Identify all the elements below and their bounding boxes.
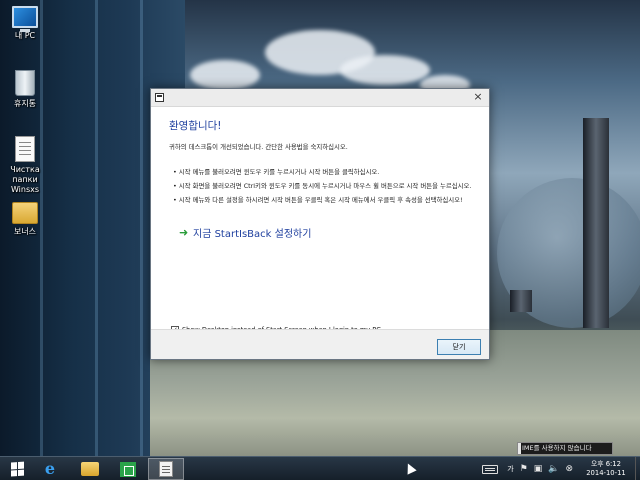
dialog-intro-text: 귀하의 데스크톱이 개선되었습니다. 간단한 사용법을 숙지하십시오. [169, 143, 348, 151]
welcome-dialog: × 환영합니다! 귀하의 데스크톱이 개선되었습니다. 간단한 사용법을 숙지하… [150, 88, 490, 360]
wallpaper-tower-right [583, 118, 609, 328]
ime-tooltip-text: IME를 사용하지 않습니다 [522, 444, 592, 452]
document-icon [15, 136, 35, 162]
ime-tooltip: IME를 사용하지 않습니다 [517, 442, 613, 455]
dialog-body: 환영합니다! 귀하의 데스크톱이 개선되었습니다. 간단한 사용법을 숙지하십시… [151, 108, 489, 334]
system-tray: 가 ⚑ ▣ 🔈 ⊗ 오후 6:12 2014-10-11 [482, 457, 640, 480]
flag-icon[interactable]: ⚑ [520, 464, 528, 474]
store-icon [120, 461, 136, 477]
dialog-footer: 닫기 [151, 329, 489, 359]
taskbar-file-explorer[interactable] [72, 458, 108, 480]
wallpaper-structure [510, 290, 532, 312]
taskbar-startisback[interactable] [148, 458, 184, 480]
clock-date: 2014-10-11 [586, 469, 626, 477]
start-button[interactable] [0, 458, 36, 480]
dialog-tip: • 시작 메뉴를 불러오려면 윈도우 키를 누르시거나 시작 버튼을 클릭하십시… [173, 168, 380, 176]
volume-icon[interactable]: 🔈 [548, 464, 559, 474]
close-icon[interactable]: × [471, 90, 485, 104]
desktop-icon-label: Чистка папки Winsxs [10, 165, 40, 194]
show-desktop-button[interactable] [635, 457, 640, 480]
taskbar-store[interactable] [110, 458, 146, 480]
wallpaper-light-stripe [95, 0, 98, 456]
computer-icon [12, 6, 38, 32]
dialog-tip: • 시작 화면을 불러오려면 Ctrl키와 윈도우 키를 동시에 누르시거나 마… [173, 182, 472, 190]
wallpaper-cloud [340, 55, 430, 85]
green-arrow-icon: ➜ [179, 226, 189, 239]
configure-link-label[interactable]: 지금 StartIsBack 설정하기 [193, 225, 311, 240]
touch-keyboard-icon[interactable] [482, 464, 499, 474]
tooltip-accent-bar [518, 443, 521, 454]
desktop-icon-winsxs-cleanup[interactable]: Чистка папки Winsxs [0, 136, 50, 195]
taskbar-internet-explorer[interactable]: e [32, 458, 68, 480]
wallpaper-cloud [190, 60, 260, 90]
ime-mode-indicator[interactable]: 가 [507, 464, 513, 474]
desktop-icon-label: 보너스 [13, 227, 37, 236]
ime-disabled-icon[interactable]: ⊗ [565, 464, 573, 474]
startisback-app-icon [155, 93, 164, 102]
file-explorer-icon [81, 462, 99, 476]
dialog-titlebar[interactable]: × [151, 89, 489, 107]
startisback-app-icon [159, 461, 173, 477]
desktop-icon-bonus-folder[interactable]: 보너스 [0, 202, 50, 237]
close-button[interactable]: 닫기 [437, 339, 481, 355]
folder-icon [12, 202, 38, 224]
internet-explorer-icon: e [44, 459, 56, 478]
dialog-heading: 환영합니다! [169, 120, 222, 132]
taskbar-clock[interactable]: 오후 6:12 2014-10-11 [580, 460, 632, 478]
clock-time: 오후 6:12 [591, 460, 621, 468]
dialog-tip: • 시작 메뉴와 다른 설정을 하시려면 시작 버튼을 우클릭 혹은 시작 메뉴… [173, 196, 463, 204]
network-icon[interactable]: ▣ [534, 464, 543, 474]
taskbar: e 가 ⚑ ▣ 🔈 ⊗ 오후 6:12 2014-10-11 [0, 456, 640, 480]
windows-logo-icon [11, 461, 25, 477]
recycle-bin-icon [15, 70, 35, 96]
desktop-icon-recycle-bin[interactable]: 휴지통 [0, 70, 50, 109]
configure-startisback-link[interactable]: ➜ 지금 StartIsBack 설정하기 [169, 225, 477, 240]
desktop-icon-my-pc[interactable]: 내 PC [0, 6, 50, 41]
desktop-icon-label: 내 PC [14, 31, 36, 40]
desktop-icon-label: 휴지통 [13, 99, 37, 108]
wallpaper-light-stripe [140, 0, 143, 456]
